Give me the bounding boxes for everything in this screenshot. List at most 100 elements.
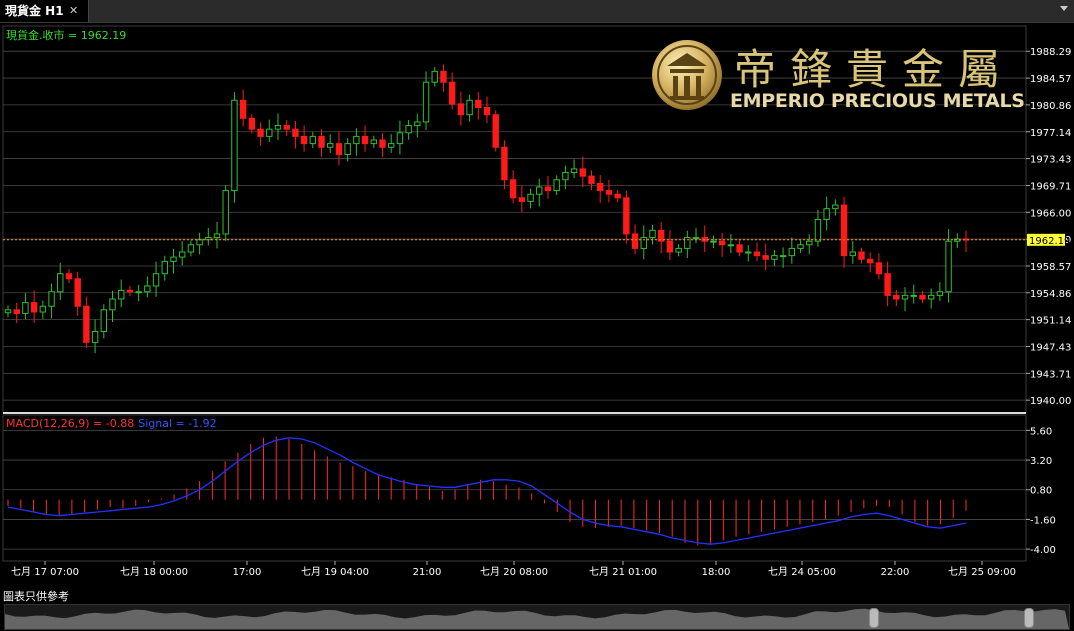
candle-body: [483, 106, 491, 116]
candle-body: [867, 258, 874, 264]
candle-body: [83, 305, 90, 343]
logo-english-name: EMPERIO PRECIOUS METALS: [730, 90, 1025, 112]
candle-body: [910, 294, 917, 297]
candle-body: [431, 70, 438, 83]
candle-body: [13, 309, 20, 314]
candle-body: [710, 240, 717, 243]
candle-body: [936, 291, 944, 296]
navigator-scrollbar[interactable]: [4, 604, 1070, 630]
chevron-down-icon[interactable]: [1060, 6, 1068, 11]
x-tick-label: 22:00: [881, 567, 910, 578]
candle-body: [222, 190, 229, 235]
candle-body: [144, 285, 151, 293]
candle-body: [300, 135, 308, 145]
price-tick-label: 1951.14: [1030, 316, 1071, 327]
price-tick-label: 1940.00: [1030, 396, 1071, 407]
x-tick-label: 七月 20 08:00: [480, 566, 548, 578]
x-tick-label: 21:00: [413, 567, 442, 578]
candle-body: [135, 291, 142, 294]
candle-body: [788, 247, 796, 257]
navigator-left-handle[interactable]: [869, 608, 879, 628]
candle-body: [570, 168, 578, 174]
candle-body: [501, 146, 508, 181]
candle-body: [631, 233, 639, 249]
candle-body: [109, 298, 116, 311]
navigator-right-handle[interactable]: [1024, 608, 1034, 628]
candle-body: [292, 128, 299, 137]
candle-body: [283, 125, 290, 130]
candle-body: [536, 186, 543, 195]
candle-body: [797, 244, 804, 249]
candle-body: [405, 125, 412, 134]
candle-body: [509, 179, 517, 199]
navigator-area: [5, 608, 1069, 629]
candle-body: [257, 128, 264, 137]
candle-body: [414, 121, 421, 127]
candle-body: [344, 143, 351, 155]
candle-body: [457, 103, 465, 116]
candle-body: [161, 260, 168, 275]
candle-body: [884, 273, 891, 296]
candle-body: [544, 186, 552, 192]
candle-body: [849, 251, 856, 257]
candle-body: [170, 256, 177, 262]
macd-tick-label: 0.80: [1030, 486, 1052, 497]
candle-body: [327, 143, 334, 148]
candle-body: [832, 204, 839, 210]
macd-tick-label: -1.60: [1030, 515, 1056, 526]
price-tick-label: 1988.29: [1030, 47, 1071, 58]
candle-body: [48, 291, 55, 307]
price-tick-label: 1943.71: [1030, 369, 1071, 380]
candle-body: [4, 309, 12, 314]
candle-body: [893, 294, 900, 300]
price-tick-label: 1947.43: [1030, 342, 1071, 353]
candle-body: [927, 294, 935, 300]
price-tick-label: 1958.57: [1030, 262, 1071, 273]
navigator-overview: [5, 608, 1069, 629]
candle-body: [675, 247, 682, 253]
candle-body: [396, 132, 404, 145]
candle-body: [126, 289, 134, 293]
candle-body: [492, 114, 499, 148]
candle-body: [597, 182, 604, 192]
candle-body: [736, 244, 743, 253]
candle-body: [518, 197, 526, 202]
candle-body: [753, 251, 761, 257]
macd-tick-label: 3.20: [1030, 456, 1052, 467]
candle-body: [91, 331, 99, 343]
candle-body: [579, 168, 586, 177]
candle-body: [74, 278, 81, 307]
candle-body: [727, 244, 735, 247]
macd-panel: [2, 414, 1027, 562]
candle-body: [466, 99, 473, 116]
candle-body: [422, 81, 430, 123]
macd-legend-value: MACD(12,26,9) = -0.88: [6, 417, 134, 430]
price-tick-label: 1966.00: [1030, 208, 1071, 219]
close-icon[interactable]: ✕: [69, 0, 78, 22]
candle-body: [840, 204, 848, 257]
tab-chart[interactable]: 現貨金 H1 ✕: [0, 0, 89, 22]
price-tick-label: 1980.86: [1030, 101, 1071, 112]
candle-body: [361, 135, 369, 145]
candle-body: [919, 294, 926, 300]
tab-title: 現貨金 H1: [5, 4, 64, 18]
candle-body: [448, 81, 456, 105]
candle-body: [274, 125, 282, 130]
tab-bar: 現貨金 H1 ✕: [0, 0, 1074, 23]
logo-chinese-name: 帝鋒貴金屬: [734, 45, 1015, 94]
price-tick-label: 1969.71: [1030, 181, 1071, 192]
candle-body: [823, 208, 830, 220]
candle-body: [440, 70, 447, 83]
candle-body: [901, 294, 909, 300]
current-price-tag-text: 1962.19: [1029, 236, 1070, 247]
candle-body: [527, 193, 534, 202]
candle-body: [248, 117, 256, 130]
candle-body: [239, 99, 247, 119]
price-tick-label: 1973.43: [1030, 155, 1071, 166]
candle-body: [762, 255, 769, 260]
candle-body: [266, 128, 273, 137]
candle-body: [692, 237, 700, 240]
candle-body: [858, 251, 865, 260]
candle-body: [30, 302, 38, 313]
footer: 圖表只供參考: [0, 586, 1074, 631]
